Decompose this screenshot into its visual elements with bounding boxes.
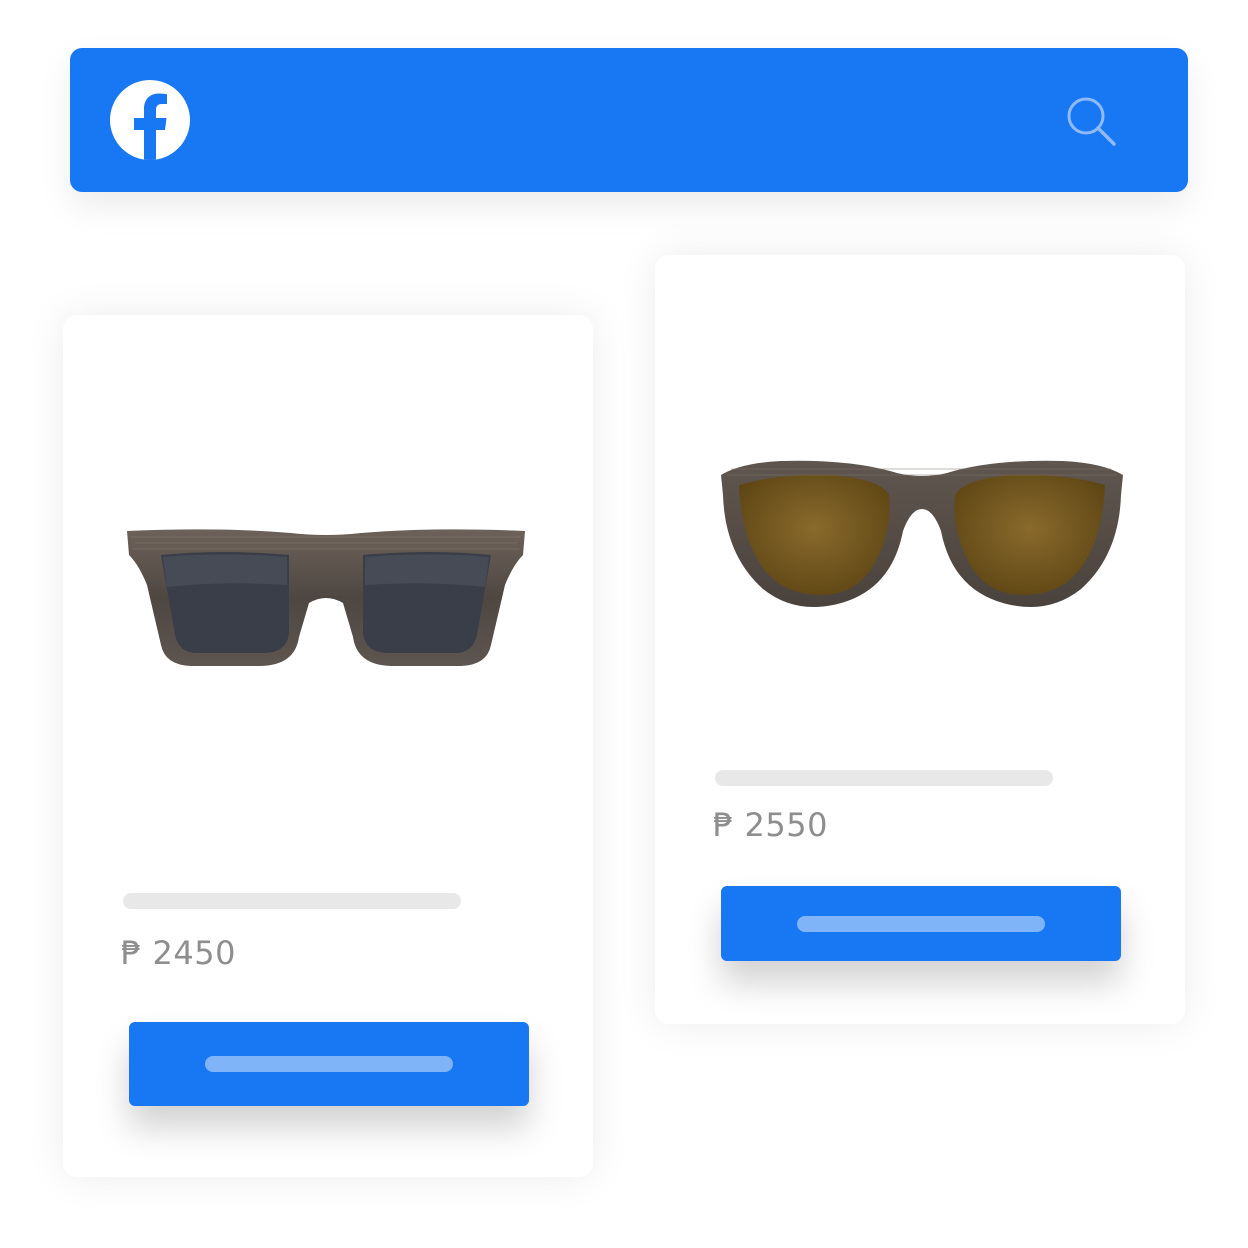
facebook-logo-icon[interactable] <box>110 80 190 160</box>
product-card[interactable]: ₱ 2550 <box>655 255 1185 1024</box>
top-navigation-bar <box>70 48 1188 192</box>
button-label-placeholder <box>205 1056 453 1072</box>
product-image[interactable] <box>121 525 531 675</box>
add-to-cart-button[interactable] <box>721 886 1121 961</box>
button-label-placeholder <box>797 915 1045 932</box>
product-card[interactable]: ₱ 2450 <box>63 315 593 1177</box>
product-title-placeholder <box>715 770 1053 786</box>
product-image[interactable] <box>721 455 1123 615</box>
search-icon[interactable] <box>1064 94 1118 148</box>
product-title-placeholder <box>123 893 461 909</box>
product-price: ₱ 2550 <box>713 806 828 844</box>
product-price: ₱ 2450 <box>121 934 236 972</box>
add-to-cart-button[interactable] <box>129 1022 529 1106</box>
